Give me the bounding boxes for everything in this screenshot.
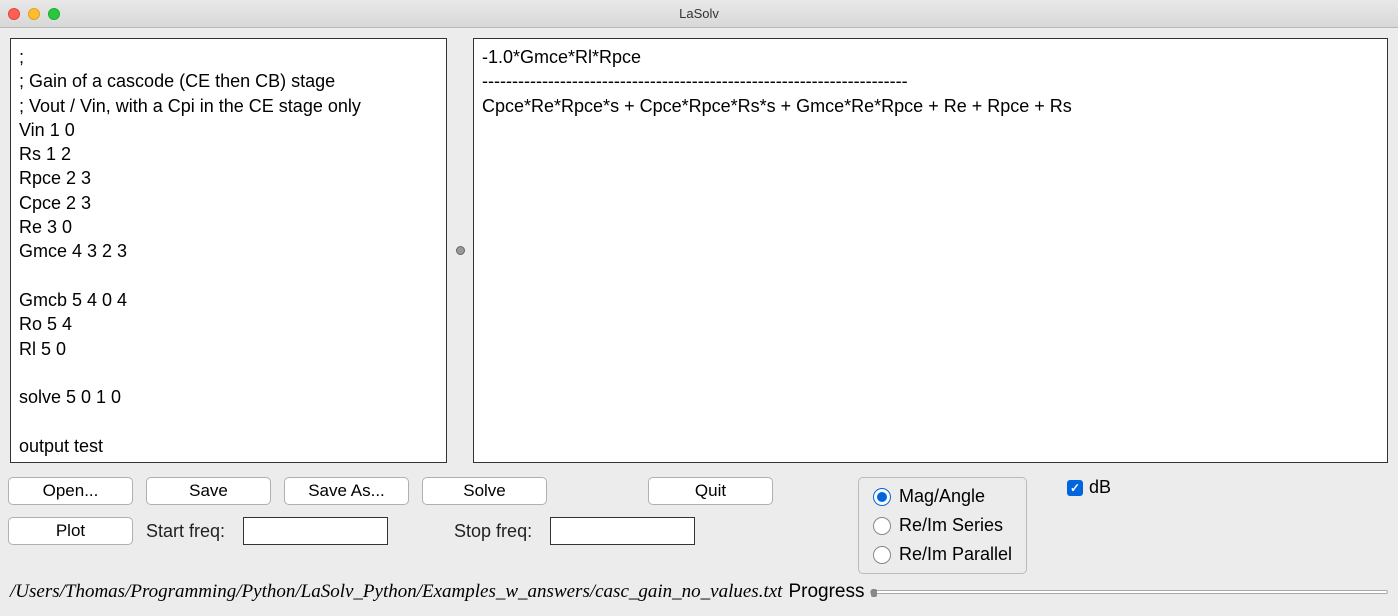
minimize-icon[interactable] [28,8,40,20]
start-freq-input[interactable] [243,517,388,545]
save-button[interactable]: Save [146,477,271,505]
filepath-label: /Users/Thomas/Programming/Python/LaSolv_… [10,581,782,603]
radio-reim-parallel-label: Re/Im Parallel [899,544,1012,565]
output-panel: -1.0*Gmce*Rl*Rpce ----------------------… [473,38,1388,463]
checkbox-checked-icon: ✓ [1067,480,1083,496]
traffic-lights [8,8,60,20]
db-checkbox-label: dB [1089,477,1111,498]
maximize-icon[interactable] [48,8,60,20]
plot-mode-radio-group: Mag/Angle Re/Im Series Re/Im Parallel [858,477,1027,574]
radio-mag-angle[interactable]: Mag/Angle [873,486,1012,507]
split-divider[interactable] [455,38,465,463]
window-title: LaSolv [679,6,719,21]
progress-bar [870,590,1388,594]
progress-label: Progress [788,581,864,603]
db-checkbox[interactable]: ✓ dB [1067,477,1111,498]
solve-button[interactable]: Solve [422,477,547,505]
close-icon[interactable] [8,8,20,20]
controls-area: Open... Save Save As... Solve Quit Plot … [0,473,1398,578]
saveas-button[interactable]: Save As... [284,477,409,505]
open-button[interactable]: Open... [8,477,133,505]
divider-handle-icon[interactable] [456,246,465,255]
radio-unchecked-icon [873,546,891,564]
radio-mag-angle-label: Mag/Angle [899,486,985,507]
editor-textarea[interactable] [10,38,447,463]
start-freq-label: Start freq: [146,521,225,542]
radio-checked-icon [873,488,891,506]
radio-reim-parallel[interactable]: Re/Im Parallel [873,544,1012,565]
stop-freq-label: Stop freq: [454,521,532,542]
quit-button[interactable]: Quit [648,477,773,505]
main-area: -1.0*Gmce*Rl*Rpce ----------------------… [0,28,1398,473]
statusbar: /Users/Thomas/Programming/Python/LaSolv_… [0,578,1398,606]
radio-reim-series[interactable]: Re/Im Series [873,515,1012,536]
radio-reim-series-label: Re/Im Series [899,515,1003,536]
plot-button[interactable]: Plot [8,517,133,545]
radio-unchecked-icon [873,517,891,535]
stop-freq-input[interactable] [550,517,695,545]
titlebar: LaSolv [0,0,1398,28]
